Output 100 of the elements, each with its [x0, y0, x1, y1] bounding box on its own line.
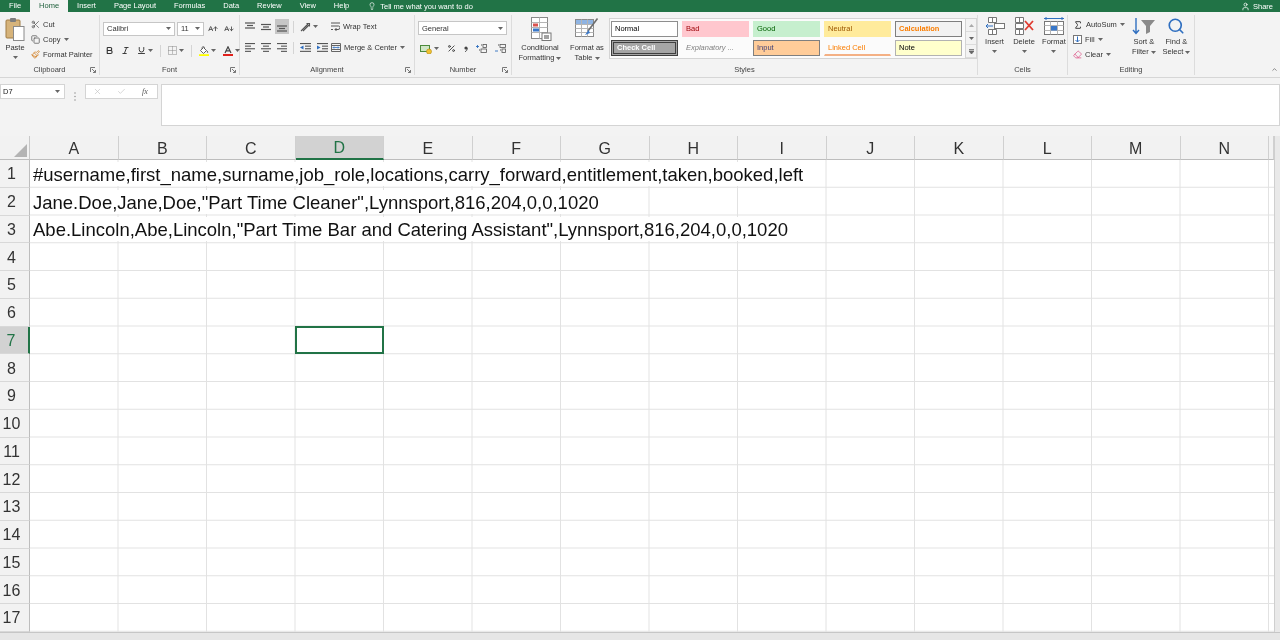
selected-cell[interactable] — [294, 325, 384, 355]
column-header[interactable]: N — [1180, 136, 1269, 160]
caret-icon — [179, 49, 184, 52]
row-header[interactable]: 17 — [0, 604, 30, 632]
row-header[interactable]: 7 — [0, 326, 30, 355]
triangle-icon — [14, 144, 27, 157]
check-icon — [116, 87, 126, 96]
caret-icon — [313, 25, 318, 28]
search-icon — [1167, 17, 1186, 35]
row-header[interactable]: 4 — [0, 243, 30, 271]
increase-decimal-icon — [476, 44, 487, 53]
insert-function-button[interactable]: fx — [140, 87, 150, 96]
borders-button[interactable] — [166, 43, 186, 58]
formula-input[interactable] — [161, 84, 1280, 126]
caret-icon — [968, 36, 974, 40]
comma-style-icon — [464, 45, 468, 52]
caret-icon — [12, 56, 18, 59]
sigma-icon — [1073, 19, 1083, 30]
row-header[interactable]: 14 — [0, 520, 30, 549]
column-header[interactable]: M — [1092, 136, 1181, 160]
vertical-scroll-bar[interactable] — [1274, 136, 1280, 632]
decrease-indent-icon — [300, 43, 311, 52]
caret-icon — [55, 90, 60, 93]
delete-cells-icon — [1014, 17, 1034, 35]
align-left-icon — [245, 43, 255, 52]
column-header[interactable]: I — [738, 136, 827, 160]
column-header[interactable]: L — [1003, 136, 1092, 160]
dialog-launcher-icon — [230, 66, 236, 73]
column-header[interactable]: G — [561, 136, 650, 160]
row-header[interactable]: 2 — [0, 187, 30, 216]
dialog-launcher-button[interactable] — [502, 66, 508, 73]
caret-icon — [1097, 38, 1103, 41]
column-header[interactable]: J — [826, 136, 915, 160]
chevron-up-icon — [1271, 66, 1278, 73]
dialog-launcher-button[interactable] — [230, 66, 236, 73]
row-header[interactable]: 3 — [0, 215, 30, 244]
column-header[interactable]: D — [295, 136, 384, 160]
align-right-button[interactable] — [275, 40, 289, 55]
dialog-launcher-button[interactable] — [90, 66, 96, 73]
column-header[interactable]: F — [472, 136, 561, 160]
column-header[interactable]: B — [118, 136, 207, 160]
row-header[interactable]: 9 — [0, 382, 30, 410]
person-icon — [1241, 1, 1250, 11]
row-header[interactable]: 15 — [0, 548, 30, 577]
vertical-align-icon — [245, 21, 255, 32]
row-header[interactable]: 1 — [0, 160, 30, 188]
column-header[interactable]: E — [384, 136, 473, 160]
row-header[interactable]: 10 — [0, 409, 30, 438]
fill-color-button[interactable] — [197, 43, 218, 58]
font-color-button[interactable] — [221, 43, 242, 58]
cell-grid[interactable] — [0, 160, 1274, 632]
caret-icon — [148, 49, 153, 52]
increase-indent-icon — [317, 43, 328, 52]
row-header[interactable]: 5 — [0, 271, 30, 299]
align-center-button[interactable] — [259, 40, 273, 55]
row-header[interactable]: 16 — [0, 576, 30, 604]
percent-icon — [447, 44, 456, 53]
eraser-icon — [1073, 50, 1082, 59]
increase-decimal-button[interactable] — [474, 41, 489, 56]
horizontal-scroll-bar[interactable] — [0, 631, 1280, 640]
increase-indent-button[interactable] — [315, 40, 330, 55]
caret-up-icon — [968, 23, 974, 27]
column-header[interactable]: H — [649, 136, 738, 160]
dialog-launcher-icon — [90, 66, 96, 73]
row-header[interactable]: 12 — [0, 465, 30, 493]
column-header[interactable]: A — [30, 136, 119, 160]
font-color-icon — [223, 45, 233, 56]
borders-icon — [168, 46, 177, 55]
format-cells-icon — [1044, 17, 1064, 35]
row-header[interactable]: 8 — [0, 354, 30, 382]
caret-icon — [1185, 50, 1191, 54]
gallery-more-button[interactable] — [966, 45, 976, 58]
decrease-decimal-icon — [495, 44, 506, 53]
orientation-icon — [300, 21, 311, 32]
align-left-button[interactable] — [243, 40, 257, 55]
dialog-launcher-button[interactable] — [405, 66, 411, 73]
clipboard-icon — [5, 17, 25, 41]
vertical-align-icon — [261, 21, 271, 32]
gallery-down-button[interactable] — [966, 32, 976, 45]
column-header[interactable]: C — [207, 136, 296, 160]
row-header[interactable]: 13 — [0, 493, 30, 521]
cell-text: #username,first_name,surname,job_role,locations,carry_forward,entitlement,taken,booked,left — [30, 161, 805, 186]
caret-icon — [992, 50, 997, 53]
italic-icon — [121, 46, 130, 55]
fill-down-icon — [1073, 35, 1082, 44]
decrease-indent-button[interactable] — [298, 40, 313, 55]
row-header[interactable]: 6 — [0, 298, 30, 327]
vertical-align-button[interactable] — [275, 19, 289, 34]
caret-icon — [594, 56, 600, 60]
collapse-ribbon-button[interactable] — [1271, 66, 1278, 73]
caret-icon — [166, 27, 171, 30]
align-center-icon — [261, 43, 271, 52]
bold-icon — [105, 46, 114, 55]
caret-icon — [211, 49, 216, 52]
sort-filter-icon — [1131, 17, 1156, 35]
decrease-decimal-button[interactable] — [493, 41, 508, 56]
caret-icon — [498, 26, 503, 30]
column-header[interactable]: K — [915, 136, 1004, 160]
underline-icon — [137, 46, 146, 55]
row-header[interactable]: 11 — [0, 437, 30, 466]
